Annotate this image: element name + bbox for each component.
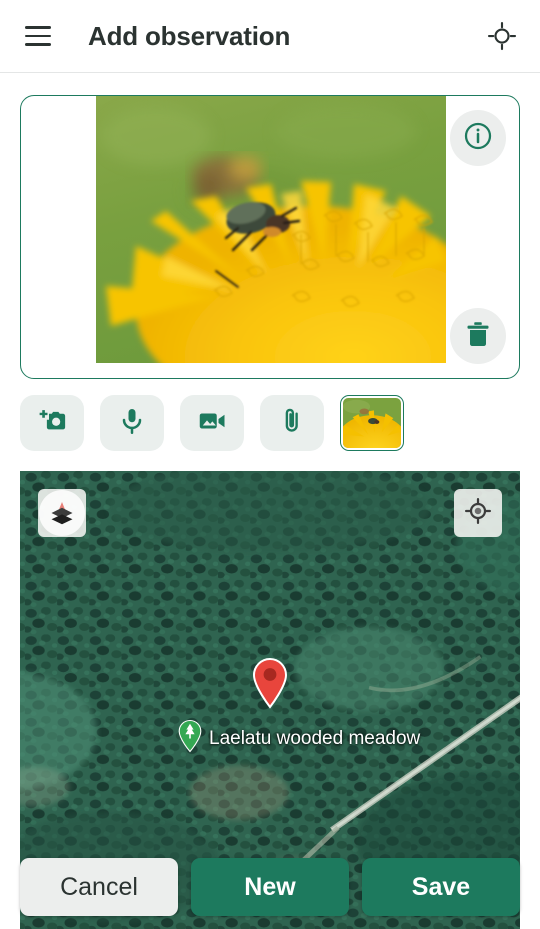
photo-thumbnail[interactable] [340, 395, 404, 451]
add-photo-button[interactable] [20, 395, 84, 451]
gps-crosshair-icon[interactable] [480, 14, 524, 58]
my-location-button[interactable] [454, 489, 502, 537]
action-bar: Cancel New Save [0, 845, 540, 929]
video-camera-icon [197, 406, 227, 441]
observation-photo[interactable] [96, 96, 446, 363]
attachment-toolbar [0, 379, 540, 451]
add-video-button[interactable] [180, 395, 244, 451]
photo-delete-button[interactable] [450, 308, 506, 364]
media-preview-card [20, 95, 520, 379]
my-location-icon [464, 497, 492, 530]
page-title: Add observation [88, 20, 291, 51]
map-layers-button[interactable] [38, 489, 86, 537]
photo-info-button[interactable] [450, 110, 506, 166]
map-layers-icon [39, 490, 85, 536]
microphone-icon [117, 406, 147, 441]
paperclip-icon [277, 406, 307, 441]
trash-icon [463, 319, 493, 354]
info-circle-icon [463, 121, 493, 156]
add-observation-screen: Add observation Laelatu wooded meadow Ca… [0, 0, 540, 929]
new-button[interactable]: New [191, 858, 349, 916]
attach-file-button[interactable] [260, 395, 324, 451]
record-audio-button[interactable] [100, 395, 164, 451]
hamburger-menu-icon[interactable] [16, 14, 60, 58]
cancel-button[interactable]: Cancel [20, 858, 178, 916]
camera-plus-icon [37, 406, 67, 441]
photo-thumbnail-image [343, 398, 401, 448]
app-header: Add observation [0, 0, 540, 73]
save-button[interactable]: Save [362, 858, 520, 916]
